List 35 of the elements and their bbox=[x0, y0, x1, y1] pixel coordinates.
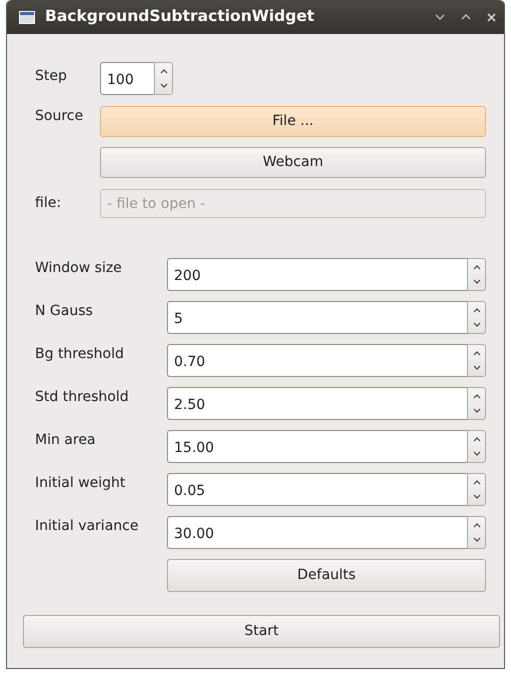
spin-field[interactable]: 5 bbox=[167, 301, 467, 334]
window-icon bbox=[19, 10, 35, 24]
field-label: Std threshold bbox=[35, 388, 130, 407]
spin-buttons[interactable] bbox=[467, 473, 486, 506]
minimize-icon[interactable] bbox=[435, 14, 445, 20]
field-label: Bg threshold bbox=[35, 345, 125, 364]
window-title: BackgroundSubtractionWidget bbox=[45, 6, 314, 28]
spin-field[interactable]: 0.05 bbox=[167, 473, 467, 506]
spin-field[interactable]: 200 bbox=[167, 258, 467, 291]
field-label: Step bbox=[35, 67, 68, 86]
spin-buttons[interactable] bbox=[467, 301, 486, 334]
spin-field[interactable]: 0.70 bbox=[167, 344, 467, 377]
spin-buttons[interactable] bbox=[467, 516, 486, 549]
field-label: Initial variance bbox=[35, 517, 140, 536]
start-button[interactable]: Start bbox=[23, 615, 500, 648]
spin-field[interactable]: 100 bbox=[100, 62, 154, 95]
spin-field[interactable]: 2.50 bbox=[167, 387, 467, 420]
field-label: Min area bbox=[35, 431, 97, 450]
maximize-icon[interactable] bbox=[461, 14, 471, 20]
spin-buttons[interactable] bbox=[467, 387, 486, 420]
source-button[interactable]: Webcam bbox=[100, 147, 486, 178]
spin-buttons[interactable] bbox=[467, 258, 486, 291]
field-label: Source bbox=[35, 107, 84, 126]
field-label: file: bbox=[35, 194, 62, 213]
source-button[interactable]: File ... bbox=[100, 106, 486, 137]
field-label: Initial weight bbox=[35, 474, 126, 493]
defaults-button[interactable]: Defaults bbox=[167, 559, 486, 592]
spin-field[interactable]: 30.00 bbox=[167, 516, 467, 549]
field-label: N Gauss bbox=[35, 302, 94, 321]
field-label: Window size bbox=[35, 259, 123, 278]
spin-buttons[interactable] bbox=[467, 430, 486, 463]
close-icon[interactable] bbox=[487, 12, 496, 22]
spin-buttons[interactable] bbox=[467, 344, 486, 377]
spin-buttons[interactable] bbox=[154, 62, 173, 95]
spin-field[interactable]: 15.00 bbox=[167, 430, 467, 463]
